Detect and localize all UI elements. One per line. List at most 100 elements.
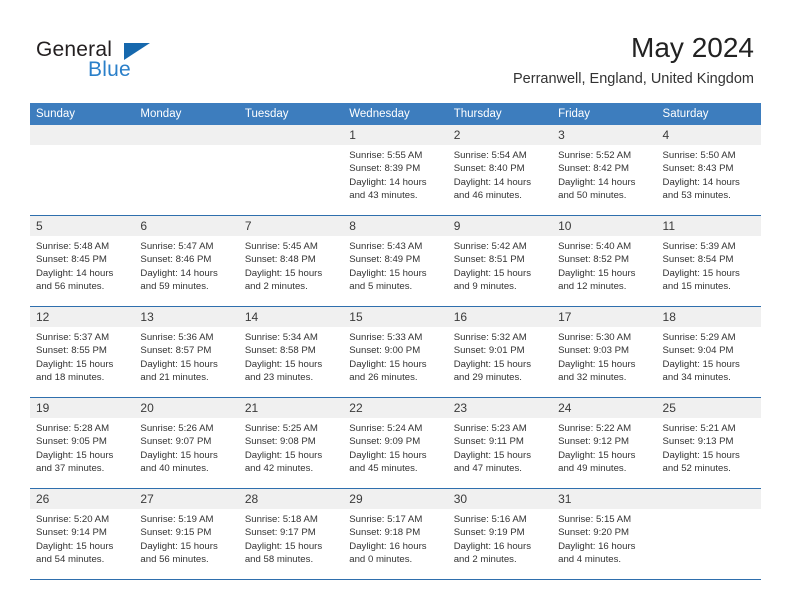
sunrise-text: Sunrise: 5:40 AM <box>558 241 632 252</box>
calendar-day-cell[interactable]: 23 Sunrise: 5:23 AM Sunset: 9:11 PM Dayligh… <box>447 397 553 489</box>
day-details: Sunrise: 5:21 AM Sunset: 9:13 PM Daylight:… <box>657 418 761 476</box>
weekday-header-tuesday: Tuesday <box>238 103 344 125</box>
weekday-header-friday: Friday <box>552 103 657 125</box>
daylight-text: Daylight: 15 hours and 45 minutes. <box>349 449 427 475</box>
day-details: Sunrise: 5:32 AM Sunset: 9:01 PM Daylight:… <box>448 327 552 385</box>
calendar-day-cell[interactable]: 18 Sunrise: 5:29 AM Sunset: 9:04 PM Dayligh… <box>656 306 761 398</box>
daylight-text: Daylight: 15 hours and 56 minutes. <box>140 540 218 566</box>
daylight-text: Daylight: 15 hours and 32 minutes. <box>558 358 636 384</box>
day-number: 21 <box>238 398 344 418</box>
calendar-day-cell[interactable]: 28 Sunrise: 5:18 AM Sunset: 9:17 PM Dayligh… <box>238 488 344 580</box>
day-details: Sunrise: 5:37 AM Sunset: 8:55 PM Daylight:… <box>30 327 134 385</box>
sunrise-text: Sunrise: 5:54 AM <box>453 150 527 161</box>
calendar-day-cell[interactable]: 3 Sunrise: 5:52 AM Sunset: 8:42 PM Daylight… <box>552 125 657 216</box>
sunrise-text: Sunrise: 5:28 AM <box>36 423 110 434</box>
calendar-page: General Blue May 2024 Perranwell, Englan… <box>0 0 792 612</box>
general-blue-logo: General Blue <box>36 38 236 88</box>
weekday-header-saturday: Saturday <box>656 103 761 125</box>
calendar-day-cell[interactable]: 11 Sunrise: 5:39 AM Sunset: 8:54 PM Dayligh… <box>656 215 761 307</box>
day-details: Sunrise: 5:23 AM Sunset: 9:11 PM Daylight:… <box>448 418 552 476</box>
sunrise-text: Sunrise: 5:29 AM <box>662 332 736 343</box>
calendar-day-cell[interactable]: 17 Sunrise: 5:30 AM Sunset: 9:03 PM Dayligh… <box>552 306 657 398</box>
calendar-day-cell[interactable]: 30 Sunrise: 5:16 AM Sunset: 9:19 PM Dayligh… <box>447 488 553 580</box>
daylight-text: Daylight: 15 hours and 23 minutes. <box>244 358 323 384</box>
day-details: Sunrise: 5:34 AM Sunset: 8:58 PM Daylight:… <box>239 327 343 385</box>
day-number: 30 <box>447 489 553 509</box>
calendar-day-cell[interactable]: 5 Sunrise: 5:48 AM Sunset: 8:45 PM Daylight… <box>30 215 135 307</box>
sunset-text: Sunset: 9:15 PM <box>140 527 212 539</box>
day-number: 1 <box>343 125 448 145</box>
calendar-day-cell[interactable]: 15 Sunrise: 5:33 AM Sunset: 9:00 PM Dayligh… <box>343 306 448 398</box>
sunset-text: Sunset: 8:48 PM <box>244 254 316 266</box>
calendar-day-cell[interactable]: 8 Sunrise: 5:43 AM Sunset: 8:49 PM Daylight… <box>343 215 448 307</box>
calendar-day-cell[interactable]: 10 Sunrise: 5:40 AM Sunset: 8:52 PM Dayligh… <box>552 215 657 307</box>
sunset-text: Sunset: 9:04 PM <box>662 345 734 357</box>
daylight-text: Daylight: 15 hours and 40 minutes. <box>140 449 218 475</box>
calendar-day-cell[interactable]: 19 Sunrise: 5:28 AM Sunset: 9:05 PM Dayligh… <box>30 397 135 489</box>
calendar-day-cell[interactable]: 16 Sunrise: 5:32 AM Sunset: 9:01 PM Dayligh… <box>447 306 553 398</box>
day-details: Sunrise: 5:25 AM Sunset: 9:08 PM Daylight:… <box>239 418 343 476</box>
calendar-day-cell[interactable]: 2 Sunrise: 5:54 AM Sunset: 8:40 PM Daylight… <box>447 125 553 216</box>
calendar-day-cell[interactable]: 24 Sunrise: 5:22 AM Sunset: 9:12 PM Dayligh… <box>552 397 657 489</box>
calendar-week-row: 5 Sunrise: 5:48 AM Sunset: 8:45 PM Daylight… <box>30 215 761 307</box>
calendar-week-row: 19 Sunrise: 5:28 AM Sunset: 9:05 PM Dayligh… <box>30 397 761 489</box>
day-details: Sunrise: 5:43 AM Sunset: 8:49 PM Daylight:… <box>343 236 447 294</box>
sunset-text: Sunset: 9:11 PM <box>453 436 524 448</box>
day-details: Sunrise: 5:36 AM Sunset: 8:57 PM Daylight:… <box>134 327 238 385</box>
sunset-text: Sunset: 8:46 PM <box>140 254 212 266</box>
calendar-day-cell[interactable]: 31 Sunrise: 5:15 AM Sunset: 9:20 PM Dayligh… <box>552 488 657 580</box>
sunrise-text: Sunrise: 5:43 AM <box>349 241 423 252</box>
sunrise-text: Sunrise: 5:15 AM <box>558 514 632 525</box>
page-title: May 2024 <box>631 32 754 63</box>
calendar-day-cell[interactable]: 21 Sunrise: 5:25 AM Sunset: 9:08 PM Dayligh… <box>238 397 344 489</box>
sunrise-text: Sunrise: 5:30 AM <box>558 332 632 343</box>
daylight-text: Daylight: 15 hours and 37 minutes. <box>36 449 114 475</box>
calendar-day-cell[interactable]: 27 Sunrise: 5:19 AM Sunset: 9:15 PM Dayligh… <box>134 488 239 580</box>
calendar-day-cell[interactable]: 29 Sunrise: 5:17 AM Sunset: 9:18 PM Dayligh… <box>343 488 448 580</box>
day-details: Sunrise: 5:15 AM Sunset: 9:20 PM Daylight:… <box>552 509 656 567</box>
sunrise-text: Sunrise: 5:34 AM <box>244 332 318 343</box>
day-details: Sunrise: 5:55 AM Sunset: 8:39 PM Daylight:… <box>343 145 447 203</box>
daylight-text: Daylight: 14 hours and 56 minutes. <box>36 267 114 293</box>
calendar-day-cell[interactable]: 12 Sunrise: 5:37 AM Sunset: 8:55 PM Dayligh… <box>30 306 135 398</box>
day-number: 2 <box>447 125 553 145</box>
sunrise-sunset-calendar-table: Sunday Monday Tuesday Wednesday Thursday… <box>30 103 761 580</box>
daylight-text: Daylight: 16 hours and 0 minutes. <box>349 540 427 566</box>
weekday-header-thursday: Thursday <box>447 103 553 125</box>
day-details: Sunrise: 5:26 AM Sunset: 9:07 PM Daylight:… <box>134 418 238 476</box>
calendar-day-cell[interactable]: 13 Sunrise: 5:36 AM Sunset: 8:57 PM Dayligh… <box>134 306 239 398</box>
day-details: Sunrise: 5:42 AM Sunset: 8:51 PM Daylight:… <box>448 236 552 294</box>
calendar-day-cell[interactable]: 20 Sunrise: 5:26 AM Sunset: 9:07 PM Dayligh… <box>134 397 239 489</box>
calendar-day-cell[interactable]: 26 Sunrise: 5:20 AM Sunset: 9:14 PM Dayligh… <box>30 488 135 580</box>
sunset-text: Sunset: 9:01 PM <box>453 345 525 357</box>
calendar-day-cell[interactable]: 14 Sunrise: 5:34 AM Sunset: 8:58 PM Dayligh… <box>238 306 344 398</box>
sunset-text: Sunset: 9:14 PM <box>36 527 107 539</box>
calendar-day-cell[interactable]: 9 Sunrise: 5:42 AM Sunset: 8:51 PM Daylight… <box>447 215 553 307</box>
calendar-day-cell[interactable]: 6 Sunrise: 5:47 AM Sunset: 8:46 PM Daylight… <box>134 215 239 307</box>
daylight-text: Daylight: 15 hours and 18 minutes. <box>36 358 114 384</box>
sunset-text: Sunset: 8:52 PM <box>558 254 630 266</box>
day-number: 17 <box>552 307 657 327</box>
day-details: Sunrise: 5:50 AM Sunset: 8:43 PM Daylight:… <box>657 145 761 203</box>
title-block: May 2024 Perranwell, England, United Kin… <box>513 32 754 88</box>
day-details: Sunrise: 5:40 AM Sunset: 8:52 PM Daylight:… <box>552 236 656 294</box>
day-details: Sunrise: 5:30 AM Sunset: 9:03 PM Daylight:… <box>552 327 656 385</box>
day-details: Sunrise: 5:33 AM Sunset: 9:00 PM Daylight:… <box>343 327 447 385</box>
day-number: 3 <box>552 125 657 145</box>
day-number: 26 <box>30 489 135 509</box>
sunset-text: Sunset: 9:08 PM <box>244 436 316 448</box>
daylight-text: Daylight: 15 hours and 54 minutes. <box>36 540 114 566</box>
day-number: 19 <box>30 398 135 418</box>
calendar-day-cell[interactable]: 1 Sunrise: 5:55 AM Sunset: 8:39 PM Daylight… <box>343 125 448 216</box>
daylight-text: Daylight: 15 hours and 29 minutes. <box>453 358 532 384</box>
day-details: Sunrise: 5:22 AM Sunset: 9:12 PM Daylight:… <box>552 418 656 476</box>
sunset-text: Sunset: 9:13 PM <box>662 436 734 448</box>
day-details: Sunrise: 5:16 AM Sunset: 9:19 PM Daylight:… <box>448 509 552 567</box>
sunset-text: Sunset: 8:49 PM <box>349 254 421 266</box>
sunrise-text: Sunrise: 5:47 AM <box>140 241 214 252</box>
sunrise-text: Sunrise: 5:16 AM <box>453 514 527 525</box>
calendar-day-cell[interactable]: 25 Sunrise: 5:21 AM Sunset: 9:13 PM Dayligh… <box>656 397 761 489</box>
calendar-day-cell[interactable]: 22 Sunrise: 5:24 AM Sunset: 9:09 PM Dayligh… <box>343 397 448 489</box>
calendar-day-cell[interactable]: 4 Sunrise: 5:50 AM Sunset: 8:43 PM Daylight… <box>656 125 761 216</box>
calendar-day-cell[interactable]: 7 Sunrise: 5:45 AM Sunset: 8:48 PM Daylight… <box>238 215 344 307</box>
